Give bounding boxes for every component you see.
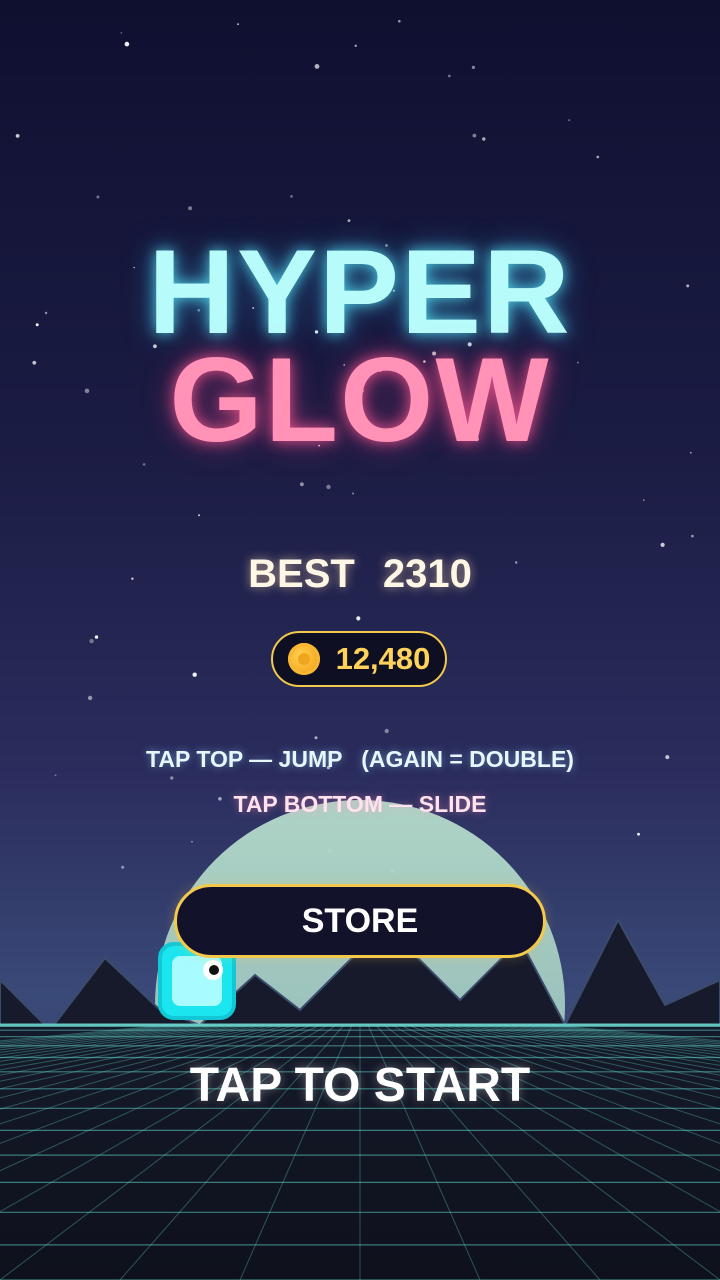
store-button[interactable]: STORE — [174, 884, 546, 958]
game-title-line-2: GLOW — [169, 333, 551, 467]
coin-balance: 12,480 — [271, 631, 447, 687]
coin-count: 12,480 — [335, 641, 431, 676]
best-score-label: BEST — [248, 552, 355, 596]
instruction-slide: TAP BOTTOM — SLIDE — [233, 791, 487, 817]
best-score-value: 2310 — [382, 552, 472, 596]
best-score: BEST 2310 — [0, 552, 720, 597]
game-scene[interactable]: HYPER GLOW BEST 2310 12,480 TAP TOP — JUM… — [0, 0, 720, 1280]
coin-icon — [287, 643, 320, 675]
instruction-jump: TAP TOP — JUMP (AGAIN = DOUBLE) — [146, 746, 574, 772]
tap-to-start-prompt[interactable]: TAP TO START — [0, 1058, 720, 1113]
